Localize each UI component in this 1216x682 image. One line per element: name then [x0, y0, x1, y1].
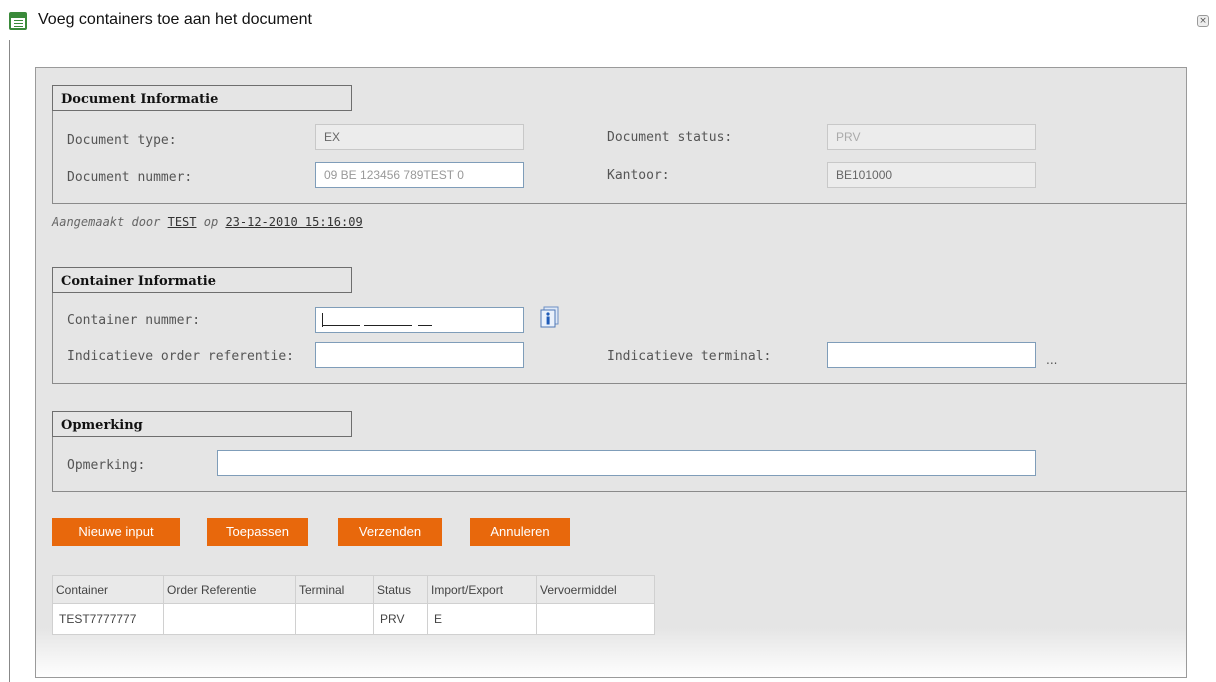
- table-header-row: Container Order Referentie Terminal Stat…: [52, 575, 655, 604]
- dialog-left-border: [9, 40, 10, 682]
- cell-container: TEST7777777: [52, 603, 164, 635]
- remark-heading: Opmerking: [52, 411, 352, 437]
- remark-input[interactable]: [217, 450, 1036, 476]
- column-header-status[interactable]: Status: [373, 575, 428, 604]
- created-timestamp-link[interactable]: 23-12-2010 15:16:09: [225, 215, 362, 229]
- column-header-container[interactable]: Container: [52, 575, 164, 604]
- form-document-icon: [9, 12, 27, 30]
- info-icon[interactable]: [539, 306, 561, 328]
- container-info-heading: Container Informatie: [52, 267, 352, 293]
- container-number-input[interactable]: [315, 307, 524, 333]
- document-status-field: PRV: [827, 124, 1036, 150]
- document-info-heading: Document Informatie: [52, 85, 352, 111]
- main-panel: Document Informatie Document type: EX Do…: [35, 67, 1187, 678]
- document-number-field[interactable]: 09 BE 123456 789TEST 0: [315, 162, 524, 188]
- apply-button[interactable]: Toepassen: [207, 518, 308, 546]
- input-mask-segment: [418, 325, 432, 326]
- cell-status: PRV: [373, 603, 428, 635]
- terminal-input[interactable]: [827, 342, 1036, 368]
- cell-import-export: E: [427, 603, 537, 635]
- container-info-section: Container Informatie Container nummer: I…: [52, 267, 1187, 384]
- input-mask-segment: [364, 325, 412, 326]
- order-reference-input[interactable]: [315, 342, 524, 368]
- document-status-label: Document status:: [607, 130, 733, 145]
- table-row[interactable]: TEST7777777 PRV E: [52, 603, 655, 635]
- cell-order-reference: [163, 603, 296, 635]
- document-info-section: Document Informatie Document type: EX Do…: [52, 85, 1187, 204]
- document-type-label: Document type:: [67, 133, 177, 148]
- column-header-terminal[interactable]: Terminal: [295, 575, 374, 604]
- cancel-button[interactable]: Annuleren: [470, 518, 570, 546]
- close-icon[interactable]: ×: [1197, 15, 1209, 27]
- new-input-button[interactable]: Nieuwe input: [52, 518, 180, 546]
- office-field: BE101000: [827, 162, 1036, 188]
- office-label: Kantoor:: [607, 168, 670, 183]
- dialog-titlebar: Voeg containers toe aan het document ×: [0, 0, 1216, 44]
- column-header-vehicle[interactable]: Vervoermiddel: [536, 575, 655, 604]
- remark-section: Opmerking Opmerking:: [52, 411, 1187, 492]
- cell-vehicle: [536, 603, 655, 635]
- cell-terminal: [295, 603, 374, 635]
- created-prefix: Aangemaakt door: [52, 215, 161, 229]
- document-number-label: Document nummer:: [67, 170, 193, 185]
- column-header-import-export[interactable]: Import/Export: [427, 575, 537, 604]
- created-user-link[interactable]: TEST: [168, 215, 197, 229]
- input-mask-segment: [322, 325, 360, 326]
- terminal-label: Indicatieve terminal:: [607, 349, 772, 364]
- containers-table: Container Order Referentie Terminal Stat…: [52, 575, 655, 635]
- created-op: op: [203, 215, 219, 229]
- document-type-field: EX: [315, 124, 524, 150]
- column-header-order-reference[interactable]: Order Referentie: [163, 575, 296, 604]
- order-reference-label: Indicatieve order referentie:: [67, 349, 294, 364]
- dialog-title: Voeg containers toe aan het document: [38, 11, 312, 28]
- container-number-label: Container nummer:: [67, 313, 201, 328]
- remark-label: Opmerking:: [67, 458, 146, 473]
- created-by-line: Aangemaakt door TEST op 23-12-2010 15:16…: [52, 215, 363, 229]
- terminal-lookup-button[interactable]: ...: [1046, 353, 1057, 367]
- send-button[interactable]: Verzenden: [338, 518, 442, 546]
